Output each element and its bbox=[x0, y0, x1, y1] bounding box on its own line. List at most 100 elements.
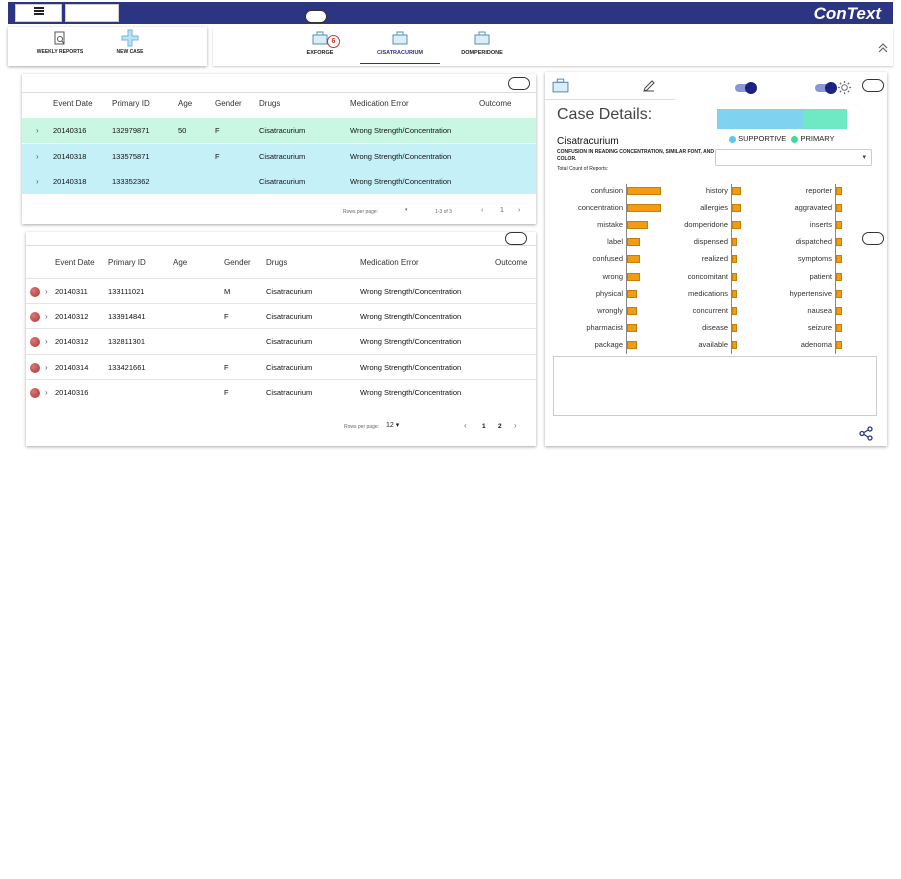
gear-icon[interactable] bbox=[837, 80, 852, 95]
col-age[interactable]: Age bbox=[173, 258, 187, 267]
keyword-bar[interactable] bbox=[836, 323, 842, 332]
col-outcome[interactable]: Outcome bbox=[479, 99, 511, 108]
cell-id: 133111021 bbox=[108, 287, 145, 296]
table-row[interactable]: › 20140311 133111021 M Cisatracurium Wrong St… bbox=[26, 278, 536, 304]
briefcase-icon[interactable] bbox=[552, 77, 569, 94]
divider bbox=[22, 92, 536, 93]
col-medication-error[interactable]: Medication Error bbox=[350, 99, 409, 108]
keyword-bar[interactable] bbox=[732, 340, 737, 349]
keyword-bar[interactable] bbox=[627, 340, 637, 349]
keyword-label: patient bbox=[809, 271, 832, 281]
next-page-button[interactable]: › bbox=[514, 421, 517, 430]
keyword-bar[interactable] bbox=[732, 187, 741, 195]
col-event-date[interactable]: Event Date bbox=[53, 99, 93, 108]
keyword-label: reporter bbox=[805, 186, 832, 195]
table-row[interactable]: › 20140312 133914841 F Cisatracurium Wrong St… bbox=[26, 303, 536, 329]
tab-exforge[interactable]: EXFORGE 6 bbox=[300, 30, 340, 63]
table-row[interactable]: › 20140314 133421661 F Cisatracurium Wrong St… bbox=[26, 353, 536, 380]
rows-per-page-select[interactable]: 12 ▾ bbox=[386, 421, 399, 429]
divider bbox=[26, 245, 536, 246]
pencil-icon[interactable] bbox=[642, 79, 656, 93]
keyword-bar[interactable] bbox=[836, 221, 842, 230]
expand-row-chevron-icon[interactable]: › bbox=[36, 126, 39, 135]
cell-date: 20140316 bbox=[55, 387, 89, 397]
table-row[interactable]: › 20140316 132979871 50 F Cisatracurium Wrong … bbox=[22, 118, 536, 143]
expand-row-chevron-icon[interactable]: › bbox=[36, 152, 39, 161]
expand-row-chevron-icon[interactable]: › bbox=[45, 363, 48, 372]
keyword-bar[interactable] bbox=[836, 306, 842, 315]
secondary-button[interactable] bbox=[65, 4, 119, 22]
menu-button[interactable] bbox=[15, 4, 62, 22]
keyword-bar[interactable] bbox=[836, 340, 842, 349]
col-outcome[interactable]: Outcome bbox=[495, 258, 527, 267]
expand-row-chevron-icon[interactable]: › bbox=[45, 337, 48, 346]
table-row[interactable]: › 20140318 133352362 Cisatracurium Wrong Str… bbox=[22, 169, 536, 194]
keyword-bar[interactable] bbox=[627, 272, 640, 281]
keyword-bar[interactable] bbox=[627, 255, 640, 264]
drug-tab-bar: EXFORGE 6 CISATRACURIUM DOMPERIDONE bbox=[213, 27, 893, 66]
rows-per-page-select[interactable]: ▾ bbox=[405, 207, 408, 213]
keyword-bar[interactable] bbox=[732, 323, 737, 332]
keyword-label: disease bbox=[702, 322, 728, 332]
prev-page-button[interactable]: ‹ bbox=[464, 421, 467, 430]
expand-row-chevron-icon[interactable]: › bbox=[36, 177, 39, 186]
page-1[interactable]: 1 bbox=[482, 423, 486, 430]
table-row[interactable]: › 20140312 132811301 Cisatracurium Wrong Str… bbox=[26, 328, 536, 354]
tab-domperidone-label: DOMPERIDONE bbox=[461, 50, 503, 56]
expand-row-chevron-icon[interactable]: › bbox=[45, 287, 48, 296]
keyword-bar[interactable] bbox=[732, 289, 737, 298]
toggle-switch[interactable] bbox=[735, 82, 757, 94]
rows-per-page-label: Rows per page: bbox=[344, 424, 380, 430]
keyword-bar[interactable] bbox=[732, 306, 737, 315]
keyword-bar[interactable] bbox=[627, 306, 637, 315]
col-medication-error[interactable]: Medication Error bbox=[360, 258, 419, 267]
keyword-bar[interactable] bbox=[732, 272, 737, 281]
keyword-bar[interactable] bbox=[836, 204, 842, 213]
new-case-label: NEW CASE bbox=[116, 49, 144, 55]
expand-row-chevron-icon[interactable]: › bbox=[45, 388, 48, 397]
keyword-bar[interactable] bbox=[627, 221, 649, 230]
keyword-bar[interactable] bbox=[627, 323, 637, 332]
page-number[interactable]: 1 bbox=[500, 207, 504, 214]
prev-page-button[interactable]: ‹ bbox=[481, 207, 483, 214]
keyword-bar[interactable] bbox=[732, 255, 737, 264]
col-drugs[interactable]: Drugs bbox=[266, 258, 287, 267]
keyword-bar[interactable] bbox=[836, 272, 842, 281]
col-age[interactable]: Age bbox=[178, 99, 192, 108]
keyword-bar[interactable] bbox=[627, 238, 640, 247]
tab-domperidone[interactable]: DOMPERIDONE bbox=[455, 30, 509, 63]
share-icon[interactable] bbox=[859, 426, 873, 441]
keyword-bar[interactable] bbox=[732, 221, 741, 230]
col-primary-id[interactable]: Primary ID bbox=[112, 99, 150, 108]
new-case-button[interactable]: NEW CASE bbox=[110, 29, 150, 55]
keyword-bar[interactable] bbox=[836, 238, 842, 247]
keyword-select[interactable]: ▾ bbox=[715, 149, 872, 166]
keyword-bar[interactable] bbox=[836, 289, 842, 298]
table-row[interactable]: › 20140316 F Cisatracurium Wrong Strength/Co… bbox=[26, 378, 536, 405]
keyword-bar[interactable] bbox=[732, 238, 737, 247]
cell-error: Wrong Strength/Concentration bbox=[350, 177, 452, 186]
cell-id: 133421661 bbox=[108, 362, 146, 372]
notes-textarea[interactable] bbox=[553, 356, 877, 416]
keyword-bar[interactable] bbox=[732, 204, 741, 213]
primary-segment bbox=[802, 109, 847, 129]
keyword-bar[interactable] bbox=[627, 289, 637, 298]
weekly-reports-button[interactable]: WEEKLY REPORTS bbox=[34, 31, 86, 55]
expand-row-chevron-icon[interactable]: › bbox=[45, 312, 48, 321]
chevron-up-icon[interactable] bbox=[877, 42, 889, 54]
cell-date: 20140318 bbox=[53, 177, 87, 186]
col-gender[interactable]: Gender bbox=[215, 99, 242, 108]
col-primary-id[interactable]: Primary ID bbox=[108, 258, 146, 267]
tab-cisatracurium[interactable]: CISATRACURIUM bbox=[360, 30, 440, 64]
page-2[interactable]: 2 bbox=[498, 423, 502, 430]
toggle-switch[interactable] bbox=[815, 82, 837, 94]
col-gender[interactable]: Gender bbox=[224, 258, 251, 267]
keyword-bar[interactable] bbox=[836, 255, 842, 264]
col-drugs[interactable]: Drugs bbox=[259, 99, 280, 108]
keyword-bar[interactable] bbox=[836, 187, 842, 195]
status-dot-icon bbox=[30, 337, 40, 348]
next-page-button[interactable]: › bbox=[518, 207, 520, 214]
col-event-date[interactable]: Event Date bbox=[55, 258, 95, 267]
table-row[interactable]: › 20140318 133575871 F Cisatracurium Wrong St… bbox=[22, 143, 536, 169]
keyword-label: realized bbox=[701, 254, 728, 264]
